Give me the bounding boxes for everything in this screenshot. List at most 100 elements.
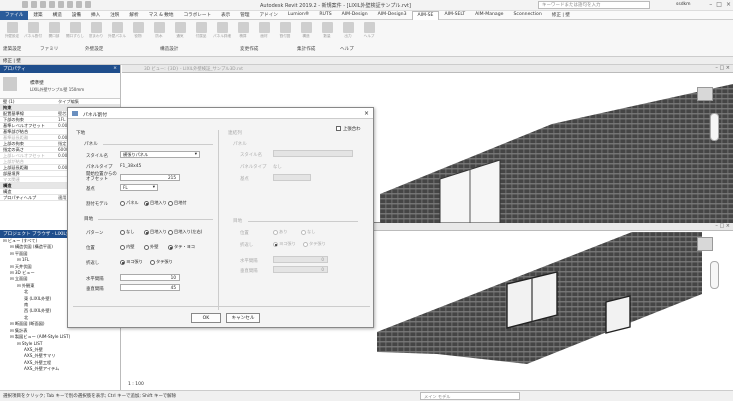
view-controls[interactable]: – □ ×	[715, 223, 730, 229]
right-style-label: スタイル名	[240, 153, 262, 158]
cancel-button[interactable]: キャンセル	[226, 313, 260, 323]
tab-18[interactable]: AIM-Manage	[470, 11, 508, 20]
ribbon-button-6[interactable]: 役物	[129, 22, 147, 39]
search-input[interactable]: キーワードまたは語句を入力	[538, 1, 650, 9]
user-name[interactable]: ssdkm	[676, 2, 691, 7]
ribbon-button-15[interactable]: 数量	[318, 22, 336, 39]
tab-16[interactable]: AIM-SE	[411, 11, 440, 20]
close-icon[interactable]: ×	[726, 1, 731, 8]
tab-8[interactable]: コラボレート	[179, 11, 217, 20]
ribbon-group-label: ファミリ	[40, 47, 59, 52]
tab-4[interactable]: 挿入	[86, 11, 105, 20]
tab-9[interactable]: 表示	[216, 11, 235, 20]
tool-icon	[6, 22, 18, 33]
ribbon-button-5[interactable]: 外壁パネル	[108, 22, 126, 39]
view-controls[interactable]: – □ ×	[715, 65, 730, 71]
type-name: 標準壁	[30, 81, 44, 86]
ribbon-button-3[interactable]: 開口ずらし	[66, 22, 84, 39]
radio-option[interactable]: 内壁	[120, 244, 134, 250]
ribbon-button-10[interactable]: パネル詳細	[213, 22, 231, 39]
ribbon-button-14[interactable]: 構造	[297, 22, 315, 39]
radio-option[interactable]: なし	[120, 229, 134, 235]
close-icon[interactable]: ×	[113, 66, 117, 71]
base-dropdown[interactable]: FL	[120, 184, 158, 191]
radio-option[interactable]: タテ・ヨコ	[168, 244, 195, 250]
radio-option[interactable]: ヨコ張り	[120, 259, 143, 265]
same-checkbox[interactable]: 上張合わ	[336, 126, 361, 132]
tab-17[interactable]: AIM-SELT	[439, 11, 470, 20]
type-subname: LIXIL外壁サンプル壁 150mm	[30, 87, 85, 92]
offset-input[interactable]: 215	[120, 174, 180, 181]
window-controls[interactable]: – □ ×	[709, 1, 731, 8]
ribbon-button-0[interactable]: 外壁設定	[3, 22, 21, 39]
edit-type-button[interactable]: タイプ編集	[58, 99, 120, 104]
right-base-label: 基点	[240, 177, 249, 182]
ribbon-button-4[interactable]: 窓まわり	[87, 22, 105, 39]
close-icon[interactable]: ×	[364, 110, 369, 117]
tab-12[interactable]: Lumion®	[283, 11, 314, 20]
tree-item[interactable]: AXS_外壁アイテム	[0, 366, 120, 372]
tab-20[interactable]: 修正 | 壁	[547, 11, 575, 20]
radio-option[interactable]: 外壁	[144, 244, 158, 250]
tab-15[interactable]: AIM-Design3	[373, 11, 412, 20]
tool-icon	[174, 22, 186, 33]
view-tab[interactable]: 3D ビュー: {3D} - LIXIL外壁検証_サンプル3D.rvt – □ ×	[122, 65, 733, 73]
position-label: 位置	[86, 246, 95, 251]
view-scale[interactable]: 1 : 100	[128, 382, 144, 387]
ribbon-button-17[interactable]: ヘルプ	[360, 22, 378, 39]
style-dropdown[interactable]: 横張りパネル	[120, 151, 200, 158]
base-header: 下地	[76, 131, 86, 136]
context-bar: 修正 | 壁	[0, 57, 733, 65]
vgap-input[interactable]: 45	[120, 284, 180, 291]
maximize-icon[interactable]: □	[716, 1, 722, 8]
ribbon-button-8[interactable]: 通気	[171, 22, 189, 39]
ribbon-button-2[interactable]: 開口部	[45, 22, 63, 39]
minimize-icon[interactable]: –	[709, 1, 712, 8]
properties-header: プロパティ ×	[0, 65, 120, 73]
tool-icon	[279, 22, 291, 33]
viewcube-icon[interactable]	[697, 237, 713, 251]
ok-button[interactable]: OK	[191, 313, 221, 323]
tab-3[interactable]: 設備	[67, 11, 86, 20]
status-bar: 選択項目をクリック; Tab キーで別の選択肢を表示; Ctrl キーで追加; …	[0, 390, 733, 401]
tab-1[interactable]: 建築	[28, 11, 47, 20]
vgap-label: 垂直間隔	[86, 287, 104, 292]
navigation-bar[interactable]	[710, 113, 719, 141]
ribbon-button-1[interactable]: パネル割付	[24, 22, 42, 39]
dialog-titlebar[interactable]: パネル割付 ×	[68, 108, 373, 119]
quick-access-toolbar[interactable]	[22, 1, 91, 8]
model-selector[interactable]: メイン モデル	[420, 392, 520, 400]
viewcube-icon[interactable]	[697, 87, 713, 101]
ribbon-button-9[interactable]: 付属品	[192, 22, 210, 39]
ribbon-button-13[interactable]: 割付図	[276, 22, 294, 39]
right-header: 連結列	[228, 131, 242, 136]
tab-19[interactable]: Sconnection	[509, 11, 547, 20]
tab-2[interactable]: 構造	[48, 11, 67, 20]
ribbon-group-label: ヘルプ	[340, 47, 354, 52]
tab-11[interactable]: アドイン	[254, 11, 282, 20]
wall-type-icon	[3, 77, 17, 91]
navigation-bar[interactable]	[710, 261, 719, 289]
radio-option[interactable]: 目地入り	[144, 229, 167, 235]
tool-icon	[258, 22, 270, 33]
tab-10[interactable]: 管理	[235, 11, 254, 20]
right-pos-label: 位置	[240, 231, 249, 236]
tab-6[interactable]: 解析	[124, 11, 143, 20]
ribbon-button-12[interactable]: 面材	[255, 22, 273, 39]
ribbon-button-7[interactable]: 防水	[150, 22, 168, 39]
hgap-input[interactable]: 10	[120, 274, 180, 281]
ribbon-button-11[interactable]: 積算	[234, 22, 252, 39]
radio-option[interactable]: パネル	[120, 200, 139, 206]
tab-13[interactable]: RUTS	[314, 11, 336, 20]
tab-7[interactable]: マス & 敷地	[144, 11, 179, 20]
radio-option[interactable]: 目地入り(左右)	[168, 229, 202, 235]
type-selector[interactable]: 標準壁 LIXIL外壁サンプル壁 150mm	[0, 73, 120, 99]
radio-option[interactable]: 目地入り	[144, 200, 167, 206]
tab-0[interactable]: ファイル	[0, 11, 29, 20]
tab-14[interactable]: AIM-Design	[337, 11, 373, 20]
tab-5[interactable]: 注釈	[105, 11, 124, 20]
ribbon-button-16[interactable]: 出力	[339, 22, 357, 39]
direction-label: 割付モデル	[86, 202, 108, 207]
radio-option[interactable]: タテ張り	[150, 259, 173, 265]
radio-option[interactable]: 目地付	[168, 200, 187, 206]
